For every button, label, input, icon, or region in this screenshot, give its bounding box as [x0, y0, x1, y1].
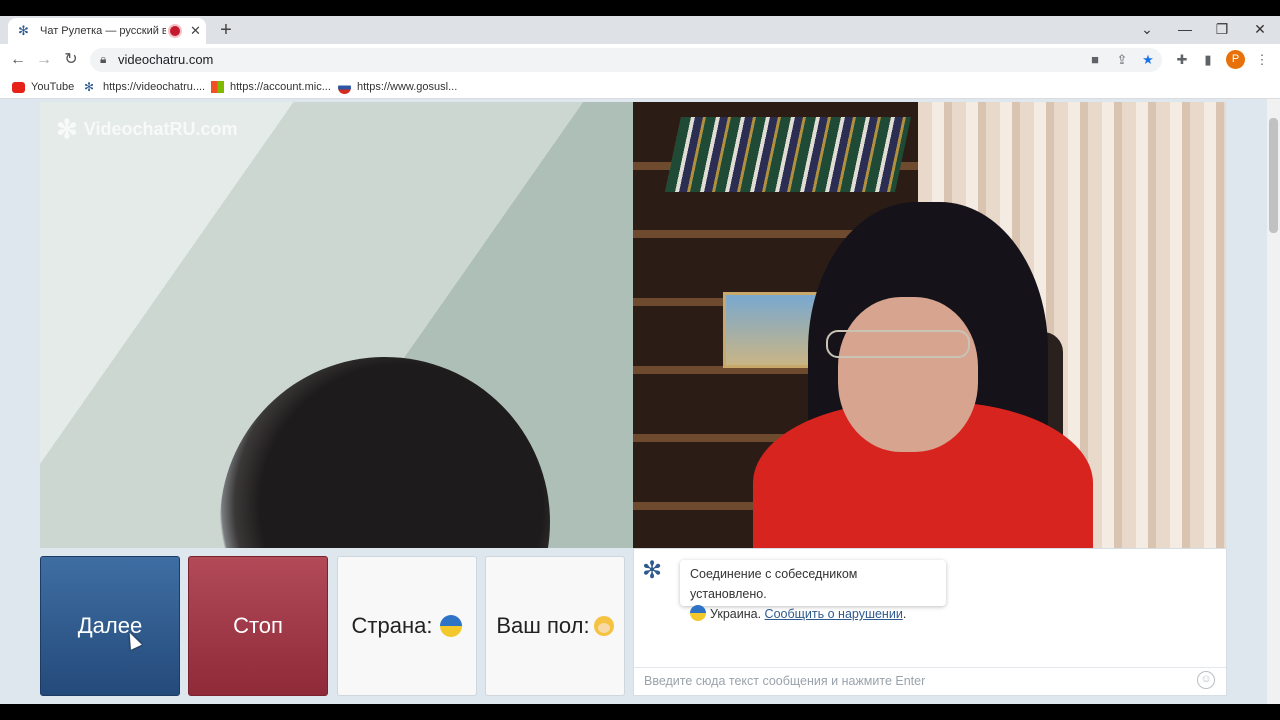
tab-search-icon[interactable]: ⌄: [1132, 18, 1162, 40]
videochat-logo-icon: ✻: [56, 114, 78, 144]
share-icon[interactable]: ⇪: [1112, 50, 1132, 70]
bookmark-microsoft[interactable]: https://account.mic...: [211, 78, 331, 96]
bookmark-label: YouTube: [31, 81, 75, 93]
tab-title: Чат Рулетка — русский вид: [40, 25, 166, 37]
tab-close-icon[interactable]: ✕: [190, 23, 201, 39]
stop-button-label: Стоп: [233, 613, 283, 638]
local-video: [40, 102, 633, 548]
country-button-label: Страна:: [351, 613, 433, 638]
bookmark-label: https://www.gosusl...: [357, 81, 458, 93]
ukraine-flag-icon: [440, 615, 463, 637]
report-link[interactable]: Сообщить о нарушении: [765, 607, 903, 621]
videochat-favicon-icon: ✻: [18, 23, 29, 38]
browser-tab[interactable]: ✻ Чат Рулетка — русский вид ✕: [8, 18, 206, 44]
minimize-button[interactable]: —: [1170, 18, 1200, 40]
camera-icon[interactable]: ■: [1085, 50, 1105, 70]
gosuslugi-icon: [338, 80, 351, 94]
ukraine-flag-icon: [690, 605, 706, 621]
bookmark-label: https://videochatru....: [103, 81, 206, 93]
bottom-letterbox: [0, 704, 1280, 720]
remote-video: [633, 102, 1226, 548]
top-letterbox: [0, 0, 1280, 16]
new-tab-button[interactable]: +: [217, 20, 235, 40]
gender-button-label: Ваш пол:: [496, 613, 590, 638]
profile-avatar[interactable]: P: [1226, 50, 1245, 69]
scrollbar-thumb[interactable]: [1269, 118, 1278, 233]
connection-message: Соединение с собеседником установлено.: [690, 567, 858, 601]
watermark-text: VideochatRU.com: [83, 119, 238, 139]
videochat-logo-icon: ✻: [642, 557, 663, 584]
url-text[interactable]: videochatru.com: [118, 52, 213, 67]
forward-icon[interactable]: →: [33, 49, 55, 71]
bookmark-star-icon[interactable]: ★: [1138, 50, 1158, 70]
youtube-icon: [12, 81, 25, 93]
next-button[interactable]: Далее: [40, 556, 180, 696]
system-message: Соединение с собеседником установлено. У…: [680, 560, 946, 621]
restore-button[interactable]: ❐: [1207, 18, 1237, 40]
side-panel-icon[interactable]: ▮: [1198, 50, 1218, 70]
report-suffix: .: [902, 607, 907, 621]
extensions-icon[interactable]: ✚: [1172, 50, 1192, 70]
bookmark-youtube[interactable]: YouTube: [12, 78, 74, 96]
woman-emoji-icon: [593, 616, 614, 636]
stop-button[interactable]: Стоп: [188, 556, 328, 696]
microsoft-icon: [211, 81, 224, 93]
close-window-button[interactable]: ✕: [1245, 18, 1275, 40]
reload-icon[interactable]: ↻: [60, 49, 82, 71]
site-watermark: ✻ VideochatRU.com: [56, 114, 238, 145]
bookmark-videochatru[interactable]: ✻ https://videochatru....: [84, 78, 205, 96]
bookmark-gosuslugi[interactable]: https://www.gosusl...: [338, 78, 457, 96]
menu-icon[interactable]: ⋮: [1252, 50, 1272, 70]
chat-message-input[interactable]: Введите сюда текст сообщения и нажмите E…: [634, 667, 1226, 695]
videochat-icon: ✻: [84, 79, 95, 94]
lock-icon[interactable]: 🔒︎: [100, 52, 106, 67]
recording-icon: [168, 24, 182, 38]
country-name: Украина.: [710, 607, 762, 621]
emoji-picker-icon[interactable]: ☺: [1197, 671, 1215, 689]
back-icon[interactable]: ←: [7, 49, 29, 71]
bookmark-label: https://account.mic...: [230, 81, 331, 93]
gender-button[interactable]: Ваш пол:: [485, 556, 625, 696]
address-bar[interactable]: [90, 48, 1162, 72]
country-button[interactable]: Страна:: [337, 556, 477, 696]
